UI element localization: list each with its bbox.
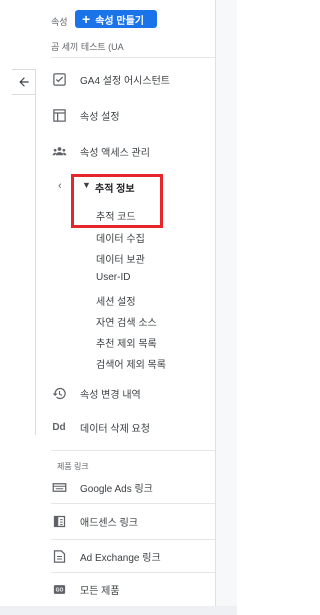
highlight-box	[71, 174, 163, 228]
nav-item-adsense-links[interactable]: 애드센스 링크	[51, 510, 215, 532]
next-column-background	[216, 0, 237, 615]
divider	[51, 539, 215, 540]
adsense-icon	[51, 513, 67, 529]
nav-item-label: 속성 액세스 관리	[80, 147, 150, 159]
create-property-button[interactable]: + 속성 만들기	[75, 10, 157, 28]
chevron-left-icon: ‹	[58, 180, 62, 192]
subitem-referral-exclusion[interactable]: 추천 제외 목록	[96, 335, 157, 350]
divider	[51, 450, 215, 451]
subitem-organic-search-sources[interactable]: 자연 검색 소스	[96, 314, 157, 329]
checkbox-icon	[51, 71, 67, 87]
nav-item-ad-exchange-links[interactable]: Ad Exchange 링크	[51, 545, 215, 567]
subitem-session-settings[interactable]: 세션 설정	[96, 293, 136, 308]
divider	[51, 572, 215, 573]
nav-item-label: Ad Exchange 링크	[80, 552, 161, 564]
nav-item-property-access[interactable]: 속성 액세스 관리	[51, 140, 215, 162]
nav-item-label: 애드센스 링크	[80, 517, 138, 529]
nav-item-google-ads-links[interactable]: Google Ads 링크	[51, 476, 215, 498]
arrow-left-icon	[18, 77, 29, 87]
subitem-search-term-exclusion[interactable]: 검색어 제외 목록	[96, 356, 166, 371]
create-property-label: 속성 만들기	[95, 15, 144, 27]
subitem-user-id[interactable]: User-ID	[96, 272, 130, 283]
dd-icon: Dd	[52, 421, 66, 433]
google-ads-icon	[51, 479, 67, 495]
back-button[interactable]	[12, 69, 36, 95]
nav-item-change-history[interactable]: 속성 변경 내역	[51, 382, 215, 404]
history-icon	[51, 385, 67, 401]
people-icon	[51, 143, 67, 159]
divider	[51, 503, 215, 504]
bottom-scrollbar[interactable]	[0, 606, 237, 615]
nav-item-label: Google Ads 링크	[80, 483, 153, 495]
nav-item-label: 속성 변경 내역	[80, 389, 141, 401]
subitem-data-collection[interactable]: 데이터 수집	[96, 230, 145, 245]
nav-item-label: 모든 제품	[80, 585, 120, 597]
nav-item-ga4-setup-assistant[interactable]: GA4 설정 어시스턴트	[51, 68, 215, 90]
nav-item-label: 속성 설정	[80, 111, 120, 123]
all-products-icon: GO	[51, 581, 67, 597]
product-links-heading: 제품 링크	[57, 462, 89, 471]
plus-icon: +	[82, 11, 91, 27]
property-selector[interactable]: 곰 세끼 테스트 (UA	[51, 40, 124, 53]
nav-item-data-deletion[interactable]: Dd 데이터 삭제 요청	[51, 416, 215, 438]
settings-window-icon	[51, 107, 67, 123]
property-label: 속성	[51, 17, 68, 27]
nav-item-all-products[interactable]: GO 모든 제품	[51, 578, 215, 600]
nav-item-label: 데이터 삭제 요청	[80, 423, 150, 435]
nav-vertical-line	[35, 95, 36, 435]
nav-item-property-settings[interactable]: 속성 설정	[51, 104, 215, 126]
svg-text:GO: GO	[55, 587, 63, 593]
nav-item-label: GA4 설정 어시스턴트	[80, 75, 170, 87]
divider	[51, 57, 215, 58]
subitem-data-retention[interactable]: 데이터 보관	[96, 251, 145, 266]
ad-exchange-icon	[51, 548, 67, 564]
